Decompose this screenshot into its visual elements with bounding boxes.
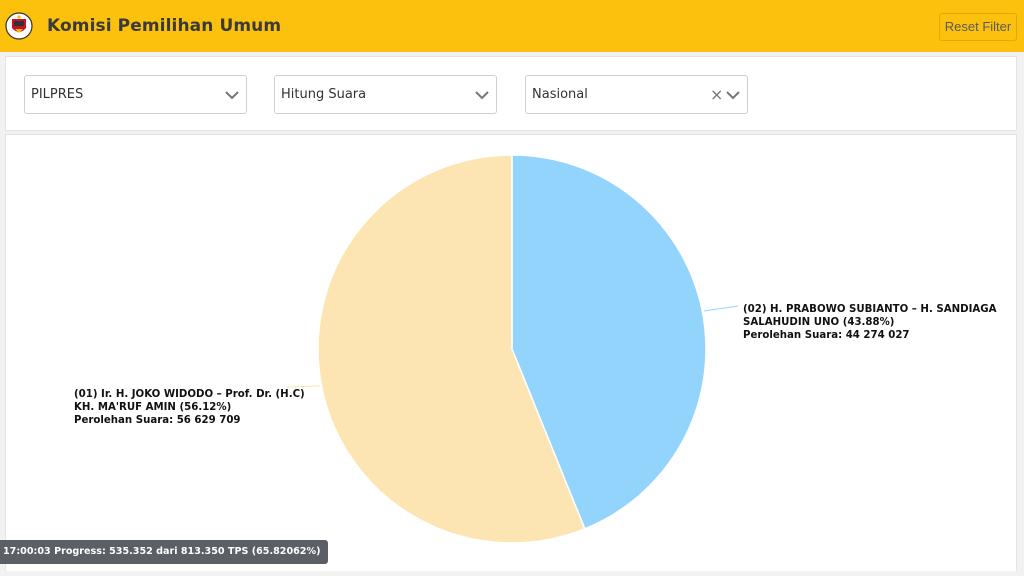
reset-filter-button[interactable]: Reset Filter (939, 13, 1017, 41)
pie-label-01-line3: Perolehan Suara: 56 629 709 (74, 415, 241, 426)
pie-label-01: (01) Ir. H. JOKO WIDODO – Prof. Dr. (H.C… (74, 389, 308, 426)
region-select[interactable]: Nasional × (525, 75, 748, 114)
app-title: Komisi Pemilihan Umum (47, 16, 282, 36)
pie-chart: (01) Ir. H. JOKO WIDODO – Prof. Dr. (H.C… (74, 154, 1000, 544)
count-mode-select[interactable]: Hitung Suara (274, 75, 497, 114)
chart-panel: (01) Ir. H. JOKO WIDODO – Prof. Dr. (H.C… (5, 134, 1017, 571)
kpu-logo-icon (5, 12, 33, 40)
election-type-value: PILPRES (31, 87, 84, 102)
chevron-down-icon (225, 91, 239, 100)
pie-label-02: (02) H. PRABOWO SUBIANTO – H. SANDIAGA S… (743, 304, 1000, 341)
connector-line-02 (703, 305, 739, 312)
filter-panel: PILPRES Hitung Suara Nasional × (5, 56, 1017, 131)
connector-line-01 (285, 385, 321, 388)
pie-label-02-line3: Perolehan Suara: 44 274 027 (743, 330, 910, 341)
chevron-down-icon (726, 91, 740, 100)
region-value: Nasional (532, 87, 588, 102)
progress-status: 17:00:03 Progress: 535.352 dari 813.350 … (0, 540, 329, 564)
pie-label-02-line2: SALAHUDIN UNO (43.88%) (743, 317, 894, 328)
pie-label-01-line2: KH. MA'RUF AMIN (56.12%) (74, 402, 231, 413)
pie-label-01-line1: (01) Ir. H. JOKO WIDODO – Prof. Dr. (H.C… (74, 389, 305, 400)
count-mode-value: Hitung Suara (281, 87, 367, 102)
election-type-select[interactable]: PILPRES (24, 75, 247, 114)
pie-label-02-line1: (02) H. PRABOWO SUBIANTO – H. SANDIAGA (743, 304, 997, 315)
clear-icon[interactable]: × (710, 86, 723, 104)
top-bar: Komisi Pemilihan Umum Reset Filter (0, 0, 1024, 52)
chevron-down-icon (475, 91, 489, 100)
